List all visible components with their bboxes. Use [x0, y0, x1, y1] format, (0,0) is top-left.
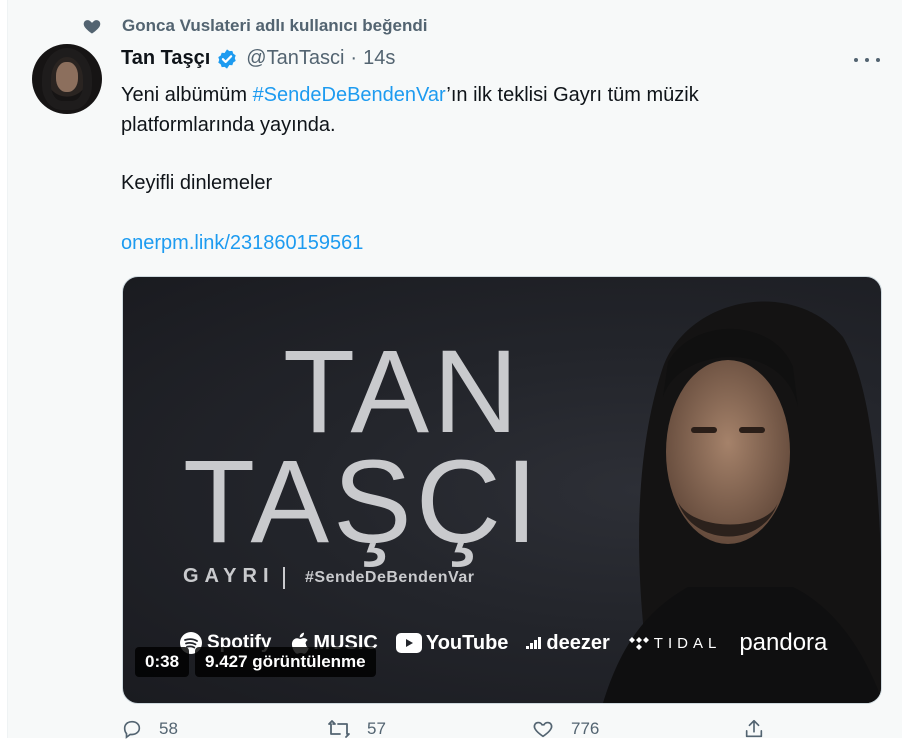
tweet-card[interactable]: Gonca Vuslateri adlı kullanıcı beğendi T…	[8, 0, 902, 739]
reply-button[interactable]: 58	[121, 718, 178, 740]
retweet-icon	[328, 720, 350, 738]
youtube-label: YouTube	[425, 631, 509, 654]
deezer-icon	[526, 637, 542, 649]
tidal-logo: TIDAL	[628, 635, 722, 652]
tweet-text-part2: ’ın ilk teklisi Gayrı tüm müzik	[446, 84, 699, 106]
tweet-timestamp[interactable]: 14s	[363, 47, 395, 70]
like-button[interactable]: 776	[531, 718, 599, 740]
youtube-play-icon	[395, 633, 422, 653]
media-title-line2: TAŞÇI	[183, 436, 542, 568]
hashtag-link[interactable]: #SendeDeBendenVar	[253, 84, 447, 106]
external-link[interactable]: onerpm.link/231860159561	[121, 228, 363, 258]
author-name[interactable]: Tan Taşçı	[121, 47, 210, 70]
media-hashtag: #SendeDeBendenVar	[305, 569, 475, 586]
pandora-logo: pandora	[739, 629, 827, 657]
share-button[interactable]	[743, 718, 765, 740]
like-heart-icon	[533, 721, 553, 738]
reply-icon	[123, 720, 141, 739]
video-view-count: 9.427 görüntülenme	[195, 647, 376, 677]
youtube-logo: YouTube	[395, 631, 509, 655]
pandora-label: pandora	[739, 629, 828, 656]
tweet-text: Yeni albümüm #SendeDeBendenVar’ın ilk te…	[121, 80, 841, 140]
avatar[interactable]	[32, 44, 102, 114]
deezer-label: deezer	[546, 631, 610, 654]
retweet-count: 57	[367, 719, 386, 738]
social-context-text[interactable]: Gonca Vuslateri adlı kullanıcı beğendi	[122, 16, 427, 36]
share-icon	[745, 719, 763, 738]
video-overlay: 0:38 9.427 görüntülenme	[135, 647, 376, 677]
verified-badge-icon	[218, 48, 237, 69]
deezer-logo: deezer	[526, 631, 610, 655]
media-subtitle: GAYRI	[183, 565, 275, 587]
tidal-label: TIDAL	[653, 634, 722, 652]
like-count: 776	[571, 719, 600, 738]
more-options-icon[interactable]	[854, 50, 880, 70]
left-rail	[0, 0, 8, 738]
video-duration: 0:38	[135, 647, 190, 677]
tidal-icon	[628, 637, 649, 650]
author-handle[interactable]: @TanTasci	[246, 47, 344, 70]
heart-icon	[83, 20, 101, 34]
video-player[interactable]: TAN TAŞÇI GAYRI #SendeDeBendenVar Spotif…	[122, 276, 882, 704]
tweet-text-line3: Keyifli dinlemeler	[121, 172, 273, 194]
avatar-hood	[42, 48, 92, 110]
tweet-actions: 58 57 776	[121, 718, 861, 748]
tweet-text-part1: Yeni albümüm	[121, 84, 253, 106]
tweet-text-line2: platformlarında yayında.	[121, 114, 336, 136]
header-separator: ·	[350, 47, 358, 69]
tweet-header: Tan Taşçı @TanTasci · 14s	[121, 47, 395, 70]
retweet-button[interactable]: 57	[327, 718, 386, 740]
reply-count: 58	[159, 719, 178, 738]
media-divider	[283, 567, 285, 589]
